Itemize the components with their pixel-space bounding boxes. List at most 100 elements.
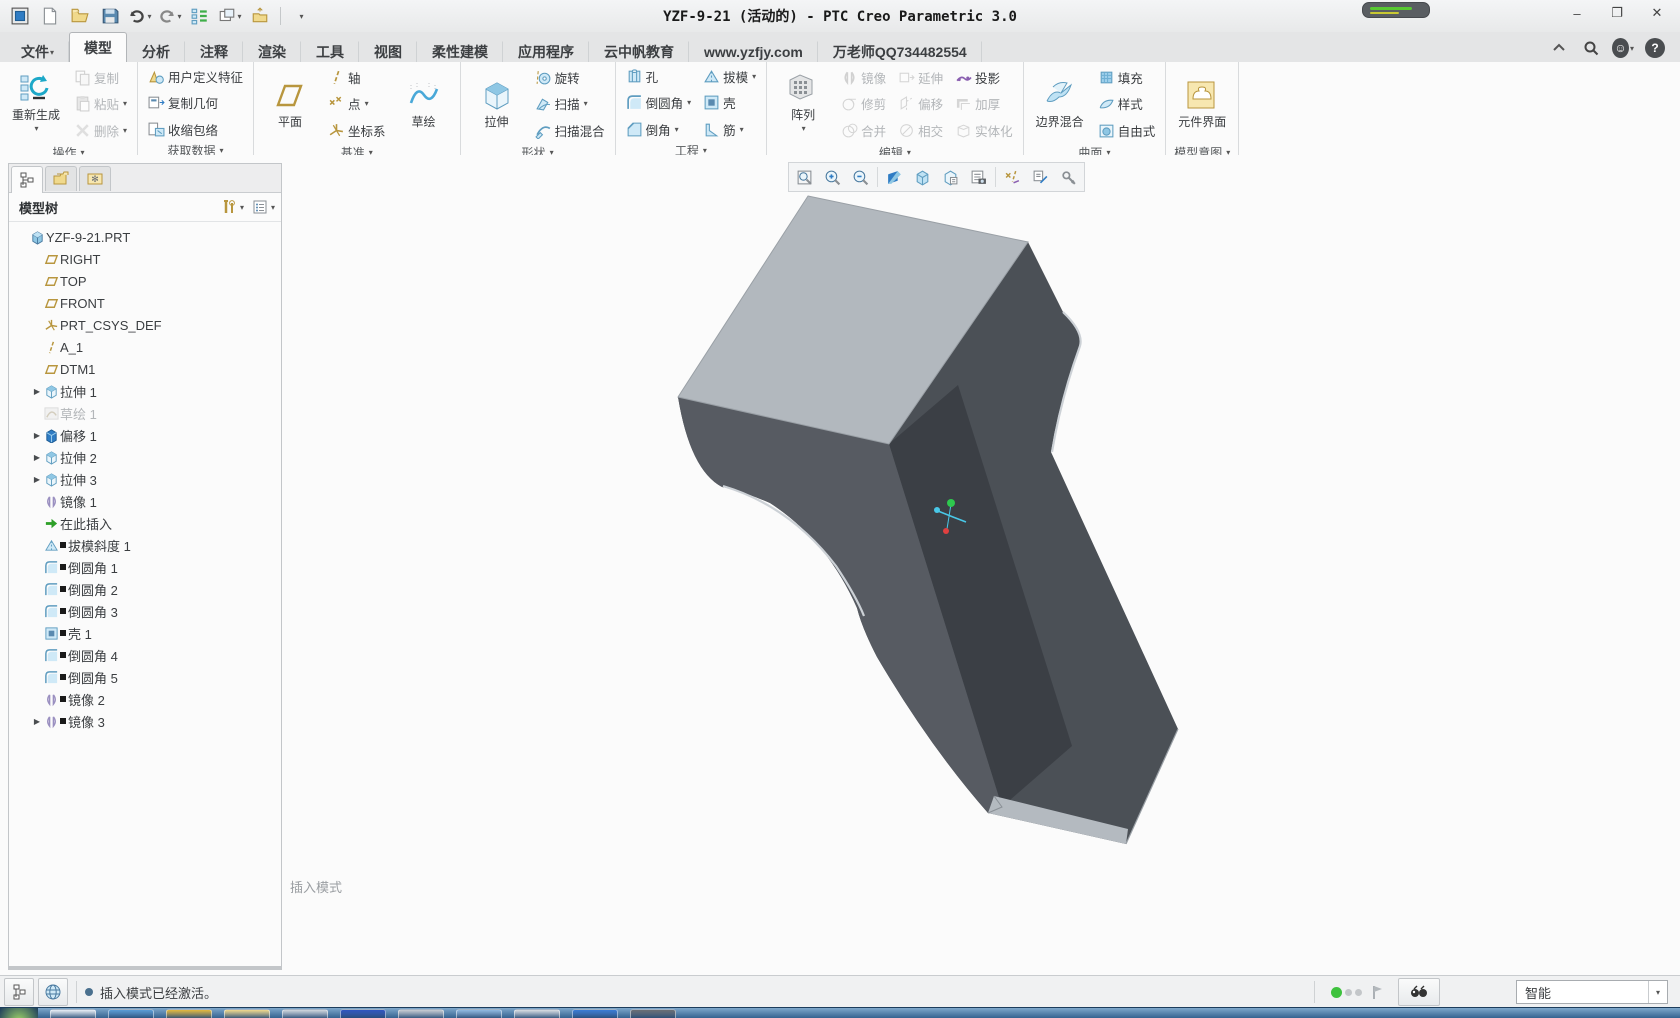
ribbon-button-镜像[interactable]: 镜像: [837, 65, 890, 90]
ribbon-button-拉伸[interactable]: 拉伸: [467, 64, 527, 144]
tab-r10[interactable]: www.yzfjy.com: [689, 41, 818, 62]
close-button[interactable]: ✕: [1642, 2, 1672, 24]
perspective-button[interactable]: [937, 164, 964, 190]
tab-r6[interactable]: 视图: [359, 41, 417, 62]
ribbon-button-相交[interactable]: 相交: [894, 118, 947, 143]
ribbon-button-收缩包络[interactable]: 收缩包络: [144, 117, 247, 142]
ribbon-button-旋转[interactable]: 旋转: [531, 65, 609, 90]
ribbon-button-扫描混合[interactable]: 扫描混合: [531, 118, 609, 143]
selection-filter[interactable]: 智能 ▾: [1516, 980, 1668, 1004]
ribbon-button-延伸[interactable]: 延伸: [894, 65, 947, 90]
tree-item[interactable]: A_1: [9, 336, 281, 358]
save-button[interactable]: [96, 3, 124, 29]
switch-windows-button[interactable]: ▾: [216, 3, 244, 29]
toggle-browser-button[interactable]: [38, 978, 68, 1006]
tree-item[interactable]: 倒圆角 4: [9, 644, 281, 666]
start-button[interactable]: [0, 1008, 38, 1018]
ribbon-button-壳[interactable]: 壳: [699, 90, 760, 115]
refit-button[interactable]: [791, 164, 818, 190]
ribbon-button-样式[interactable]: 样式: [1094, 91, 1160, 116]
search-model-button[interactable]: [1398, 978, 1440, 1006]
tree-item[interactable]: 倒圆角 1: [9, 556, 281, 578]
taskbar-app[interactable]: [456, 1009, 502, 1018]
taskbar-app[interactable]: [398, 1009, 444, 1018]
ribbon-button-倒角[interactable]: 倒角▾: [622, 117, 696, 142]
taskbar-app[interactable]: [166, 1009, 212, 1018]
selection-filter-arrow-icon[interactable]: ▾: [1648, 981, 1667, 1003]
ribbon-button-拔模[interactable]: 拔模▾: [699, 64, 760, 89]
ribbon-button-重新生成[interactable]: 重新生成▾: [6, 64, 66, 144]
taskbar-app[interactable]: [630, 1009, 676, 1018]
zoom-out-button[interactable]: [847, 164, 874, 190]
ribbon-button-投影[interactable]: 投影: [951, 65, 1017, 90]
tab-folder-browser[interactable]: [45, 166, 77, 191]
ribbon-button-边界混合[interactable]: 边界混合: [1030, 64, 1090, 144]
tree-item[interactable]: 拔模斜度 1: [9, 534, 281, 556]
tree-item[interactable]: TOP: [9, 270, 281, 292]
ribbon-button-用户定义特征[interactable]: 用户定义特征: [144, 64, 247, 89]
ribbon-button-自由式[interactable]: 自由式: [1094, 118, 1160, 143]
ribbon-button-加厚[interactable]: 加厚: [951, 91, 1017, 116]
tree-item[interactable]: DTM1: [9, 358, 281, 380]
resource-center-button[interactable]: ☺▾: [1612, 37, 1634, 59]
ribbon-button-扫描[interactable]: 扫描▾: [531, 91, 609, 116]
ribbon-button-修剪[interactable]: 修剪: [837, 91, 890, 116]
search-button[interactable]: [1580, 37, 1602, 59]
ribbon-button-复制[interactable]: 复制: [70, 65, 131, 90]
undo-button[interactable]: ▾: [126, 3, 154, 29]
tree-item[interactable]: 镜像 1: [9, 490, 281, 512]
taskbar-app[interactable]: [108, 1009, 154, 1018]
taskbar-app[interactable]: [224, 1009, 270, 1018]
expander-icon[interactable]: ▶: [31, 387, 43, 396]
tree-item[interactable]: 倒圆角 2: [9, 578, 281, 600]
expander-icon[interactable]: ▶: [31, 717, 43, 726]
ribbon-button-偏移[interactable]: 偏移: [894, 91, 947, 116]
app-button[interactable]: [6, 3, 34, 29]
new-button[interactable]: [36, 3, 64, 29]
expander-icon[interactable]: ▶: [31, 453, 43, 462]
tree-item[interactable]: FRONT: [9, 292, 281, 314]
annotation-display-button[interactable]: [1027, 164, 1054, 190]
tree-item[interactable]: PRT_CSYS_DEF: [9, 314, 281, 336]
model-events-indicator[interactable]: [1331, 987, 1362, 998]
tree-item[interactable]: 在此插入: [9, 512, 281, 534]
taskbar-app[interactable]: [514, 1009, 560, 1018]
ribbon-button-坐标系[interactable]: 坐标系: [324, 118, 390, 143]
ribbon-button-孔[interactable]: 孔: [622, 64, 696, 89]
ribbon-button-阵列[interactable]: 阵列▾: [773, 64, 833, 144]
graphics-options-button[interactable]: [1055, 164, 1082, 190]
display-style-button[interactable]: [909, 164, 936, 190]
view-manager-button[interactable]: [965, 164, 992, 190]
minimize-button[interactable]: –: [1562, 2, 1592, 24]
redo-button[interactable]: ▾: [156, 3, 184, 29]
tab-model-tree[interactable]: [11, 166, 43, 193]
tree-item[interactable]: 草绘 1: [9, 402, 281, 424]
tree-item[interactable]: 镜像 2: [9, 688, 281, 710]
ribbon-button-点[interactable]: 点▾: [324, 91, 390, 116]
tree-item[interactable]: YZF-9-21.PRT: [9, 226, 281, 248]
tree-item[interactable]: ▶拉伸 3: [9, 468, 281, 490]
windows-taskbar[interactable]: [0, 1007, 1680, 1018]
flag-icon[interactable]: [1370, 984, 1386, 1000]
tree-item[interactable]: ▶拉伸 2: [9, 446, 281, 468]
ribbon-button-合并[interactable]: 合并: [837, 118, 890, 143]
help-button[interactable]: ?: [1644, 37, 1666, 59]
ribbon-button-粘贴[interactable]: 粘贴▾: [70, 91, 131, 116]
ribbon-button-填充[interactable]: 填充: [1094, 65, 1160, 90]
tab-favorites[interactable]: ✻: [79, 166, 111, 191]
tree-item[interactable]: ▶拉伸 1: [9, 380, 281, 402]
taskbar-app[interactable]: [340, 1009, 386, 1018]
tree-item[interactable]: 壳 1: [9, 622, 281, 644]
tab-r4[interactable]: 渲染: [243, 41, 301, 62]
ribbon-button-复制几何[interactable]: 复制几何: [144, 90, 247, 115]
tab-r5[interactable]: 工具: [301, 41, 359, 62]
zoom-in-button[interactable]: [819, 164, 846, 190]
customize-qat-button[interactable]: ▾: [287, 3, 315, 29]
datum-display-button[interactable]: [999, 164, 1026, 190]
ribbon-button-实体化[interactable]: 实体化: [951, 118, 1017, 143]
ribbon-button-轴[interactable]: 轴: [324, 65, 390, 90]
ribbon-button-元件界面[interactable]: 元件界面: [1172, 64, 1232, 144]
tree-settings-button[interactable]: ▾: [221, 199, 244, 215]
tab-r11[interactable]: 万老师QQ734482554: [818, 41, 982, 62]
tab-r1[interactable]: 模型: [69, 32, 127, 62]
